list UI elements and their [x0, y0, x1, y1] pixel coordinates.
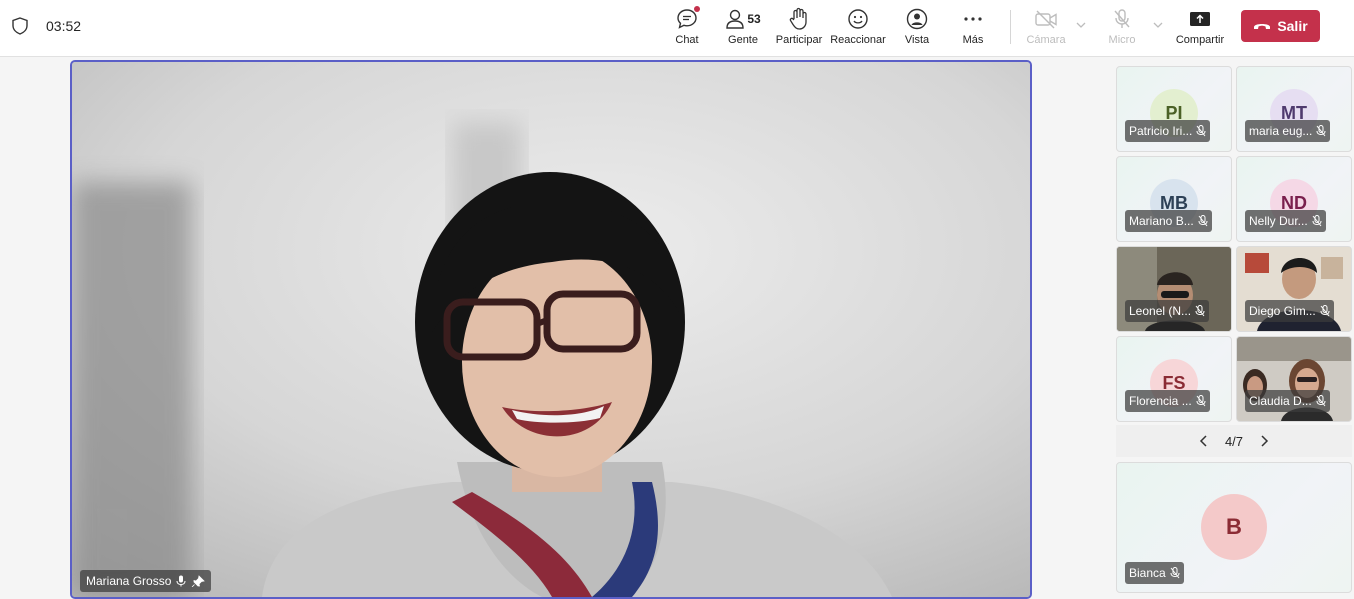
speaker-name-tag: Mariana Grosso [80, 570, 212, 592]
participant-name: Nelly Dur... [1249, 214, 1308, 228]
view-icon [906, 8, 928, 30]
participant-name-tag: maria eug... [1245, 120, 1331, 142]
participant-name-tag: Diego Gim... [1245, 300, 1334, 322]
mic-off-icon [1196, 395, 1206, 407]
mic-options-chevron-icon[interactable] [1153, 20, 1163, 30]
participant-name: Claudia D... [1249, 394, 1312, 408]
mic-button[interactable]: Micro [1106, 6, 1138, 50]
participant-name: maria eug... [1249, 124, 1313, 138]
pin-icon[interactable] [191, 575, 206, 587]
camera-options-chevron-icon[interactable] [1076, 20, 1086, 30]
mic-off-icon [1316, 395, 1326, 407]
share-button[interactable]: Compartir [1174, 6, 1226, 50]
mic-label: Micro [1108, 34, 1136, 46]
leave-label: Salir [1277, 18, 1308, 34]
participant-name: Diego Gim... [1249, 304, 1316, 318]
share-screen-icon [1190, 12, 1210, 26]
meeting-timer: 03:52 [46, 18, 82, 34]
mic-off-icon [1196, 125, 1206, 137]
chevron-right-icon[interactable] [1259, 434, 1269, 448]
mic-icon [176, 575, 186, 587]
hand-icon [789, 7, 807, 30]
people-label: Gente [728, 34, 758, 46]
participant-name-tag: Leonel (N... [1125, 300, 1210, 322]
mic-off-icon [1198, 215, 1208, 227]
participant-name: Florencia ... [1129, 394, 1192, 408]
participant-video-tile[interactable]: Leonel (N... [1116, 246, 1232, 332]
react-label: Reaccionar [830, 34, 886, 46]
view-button[interactable]: Vista [902, 6, 932, 50]
participant-name-tag: Nelly Dur... [1245, 210, 1326, 232]
meeting-toolbar: 03:52 Chat 53 Gente Participar Reacciona… [0, 0, 1354, 57]
participant-tile[interactable]: MB Mariano B... [1116, 156, 1232, 242]
mic-off-icon [1312, 215, 1322, 227]
participant-name-tag: Claudia D... [1245, 390, 1330, 412]
participant-name: Bianca [1129, 566, 1166, 580]
participant-tile[interactable]: MT maria eug... [1236, 66, 1352, 152]
participant-name-tag: Florencia ... [1125, 390, 1210, 412]
participant-tile[interactable]: PI Patricio Iri... [1116, 66, 1232, 152]
camera-button[interactable]: Cámara [1025, 6, 1067, 50]
participant-name-tag: Patricio Iri... [1125, 120, 1211, 142]
phone-hangup-icon [1254, 24, 1271, 29]
participant-tile[interactable]: ND Nelly Dur... [1236, 156, 1352, 242]
participant-tile[interactable]: FS Florencia ... [1116, 336, 1232, 422]
participant-tile-large[interactable]: B Bianca [1116, 462, 1352, 593]
more-icon [964, 17, 982, 21]
participant-avatar: B [1201, 494, 1267, 560]
participant-video-tile[interactable]: Claudia D... [1236, 336, 1352, 422]
chat-label: Chat [675, 34, 699, 46]
raise-hand-button[interactable]: Participar [775, 6, 823, 50]
shield-icon[interactable] [12, 17, 28, 35]
camera-off-icon [1035, 10, 1057, 29]
view-label: Vista [904, 34, 930, 46]
chevron-left-icon[interactable] [1199, 434, 1209, 448]
people-count: 53 [747, 12, 761, 26]
page-indicator: 4/7 [1224, 433, 1244, 449]
notification-dot [694, 6, 700, 12]
gallery-pager: 4/7 [1116, 425, 1352, 457]
participant-name-tag: Bianca [1125, 562, 1184, 584]
people-button[interactable]: 53 Gente [722, 6, 764, 50]
toolbar-divider [1010, 10, 1011, 44]
participant-name: Patricio Iri... [1129, 124, 1193, 138]
more-label: Más [962, 34, 984, 46]
main-speaker-video[interactable]: Mariana Grosso [70, 60, 1032, 599]
mic-off-icon [1320, 305, 1330, 317]
more-button[interactable]: Más [959, 6, 987, 50]
mic-off-icon [1195, 305, 1205, 317]
participant-video-tile[interactable]: Diego Gim... [1236, 246, 1352, 332]
participant-name: Mariano B... [1129, 214, 1194, 228]
react-button[interactable]: Reaccionar [830, 6, 886, 50]
participant-name: Leonel (N... [1129, 304, 1192, 318]
mic-off-icon [1114, 9, 1130, 28]
share-label: Compartir [1175, 34, 1225, 46]
smiley-icon [848, 9, 868, 29]
leave-button[interactable]: Salir [1241, 10, 1320, 42]
participant-name-tag: Mariano B... [1125, 210, 1212, 232]
chat-button[interactable]: Chat [672, 6, 702, 50]
speaker-video-feed [72, 62, 1030, 597]
mic-off-icon [1170, 567, 1180, 579]
mic-off-icon [1316, 125, 1326, 137]
speaker-name: Mariana Grosso [86, 574, 172, 588]
person-icon [726, 9, 745, 29]
raise-hand-label: Participar [775, 34, 823, 46]
camera-label: Cámara [1026, 34, 1066, 46]
